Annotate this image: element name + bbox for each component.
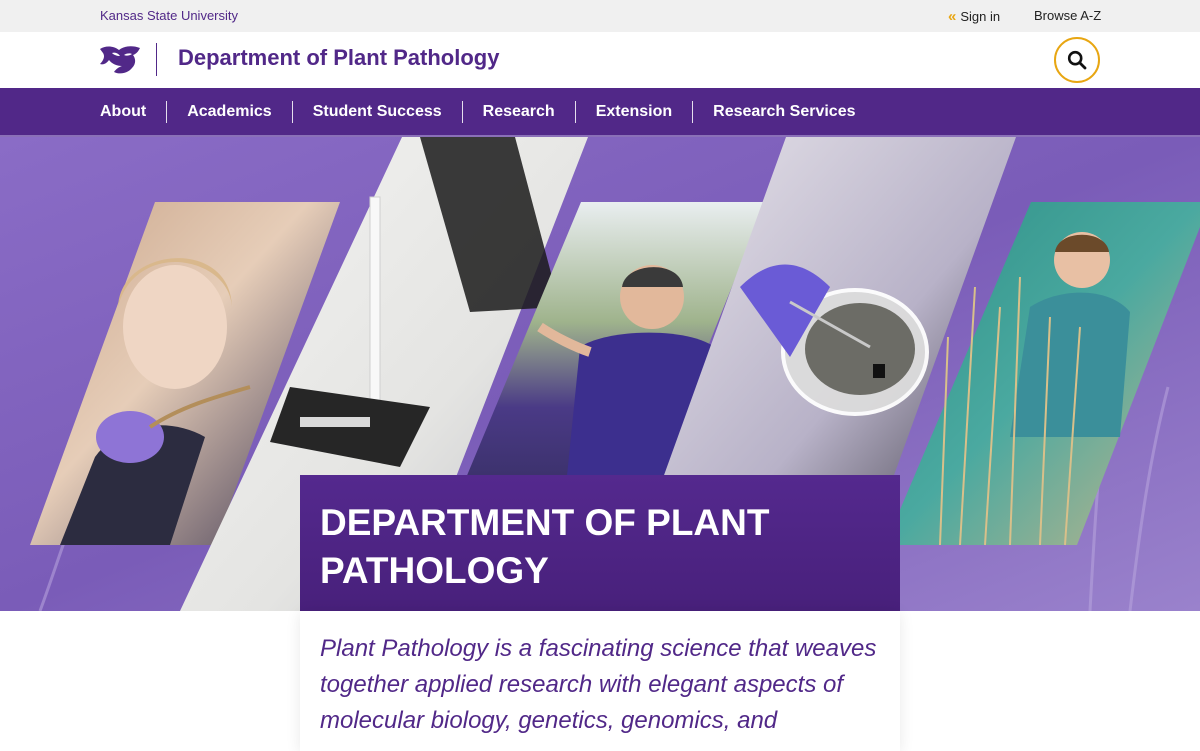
nav-item-academics[interactable]: Academics bbox=[166, 100, 292, 123]
nav-item-extension[interactable]: Extension bbox=[574, 100, 692, 123]
double-chevron-left-icon: « bbox=[948, 8, 957, 25]
department-title[interactable]: Department of Plant Pathology bbox=[178, 45, 499, 71]
utility-bar: Kansas State University « Sign in Browse… bbox=[0, 0, 1200, 32]
university-link[interactable]: Kansas State University bbox=[100, 8, 238, 23]
wildcat-logo-icon[interactable] bbox=[98, 44, 142, 76]
nav-item-about[interactable]: About bbox=[100, 101, 166, 123]
nav-item-research-services[interactable]: Research Services bbox=[692, 100, 875, 123]
sign-in-link[interactable]: « Sign in bbox=[948, 8, 1000, 25]
site-header: Department of Plant Pathology bbox=[0, 32, 1200, 88]
search-icon bbox=[1067, 50, 1087, 70]
search-button[interactable] bbox=[1054, 37, 1100, 83]
nav-item-research[interactable]: Research bbox=[461, 100, 575, 123]
intro-box: Plant Pathology is a fascinating science… bbox=[300, 611, 900, 751]
hero-title-box: Department of Plant Pathology bbox=[300, 475, 900, 611]
nav-item-student-success[interactable]: Student Success bbox=[291, 100, 462, 123]
hero-title: Department of Plant Pathology bbox=[320, 502, 770, 591]
intro-text: Plant Pathology is a fascinating science… bbox=[320, 635, 877, 734]
header-divider bbox=[156, 43, 157, 76]
browse-az-link[interactable]: Browse A-Z bbox=[1034, 8, 1101, 23]
main-nav: About Academics Student Success Research… bbox=[0, 88, 1200, 135]
sign-in-label: Sign in bbox=[960, 9, 1001, 24]
